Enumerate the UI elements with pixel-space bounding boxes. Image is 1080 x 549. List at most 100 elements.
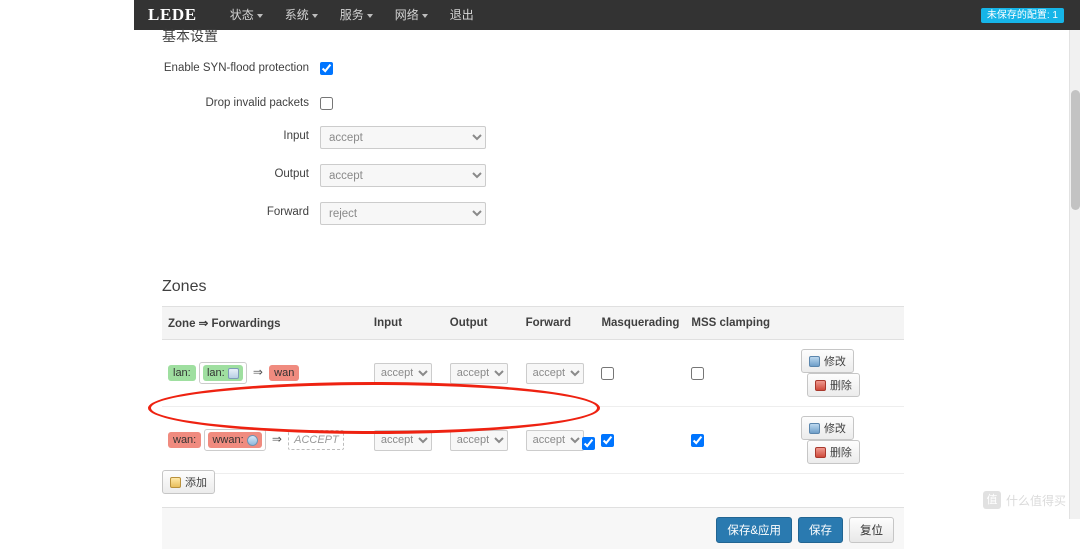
- table-row: wan: wwan: ⇒ ACCEPT accept accept accept…: [162, 406, 904, 474]
- chevron-down-icon: [421, 13, 428, 18]
- form-footer-bar: 保存&应用 保存 复位: [162, 507, 904, 549]
- select-zone-output-wan[interactable]: accept: [449, 429, 508, 451]
- navbar-menu: 状态 系统 服务 网络 退出: [219, 0, 485, 30]
- zones-table: Zone ⇒ Forwardings Input Output Forward …: [162, 306, 904, 474]
- zones-heading: Zones: [162, 278, 207, 295]
- cell-input-wan: accept: [367, 406, 444, 474]
- form-row-syn-flood: Enable SYN-flood protection: [134, 58, 894, 88]
- form-row-input: Input accept: [134, 126, 894, 156]
- cell-output-lan: accept: [443, 339, 520, 407]
- forward-arrow-icon: ⇒: [271, 432, 282, 447]
- edit-button-lan[interactable]: 修改: [800, 349, 854, 373]
- checkbox-mss-clamping-wan[interactable]: [691, 434, 705, 447]
- watermark: 值 什么值得买: [982, 491, 1066, 509]
- select-input-policy[interactable]: accept: [320, 126, 486, 149]
- select-forward-policy[interactable]: reject: [320, 202, 486, 225]
- nav-item-system[interactable]: 系统: [274, 0, 329, 30]
- cell-actions-wan: 修改 删除: [794, 406, 904, 474]
- nav-item-network-label: 网络: [394, 8, 419, 22]
- add-zone-wrap: 添加: [162, 470, 215, 494]
- watermark-badge: 值: [982, 491, 1001, 509]
- cell-forward-lan: accept: [519, 339, 596, 407]
- zone-interface-box-wwan[interactable]: wwan:: [204, 429, 266, 451]
- footer-button-group: 保存&应用 保存 复位: [716, 517, 894, 543]
- cell-zone-forwarding-wan: wan: wwan: ⇒ ACCEPT: [162, 406, 368, 474]
- select-zone-output-lan[interactable]: accept: [449, 362, 508, 384]
- basic-settings-title: 基本设置: [162, 28, 218, 44]
- label-input: Input: [283, 130, 309, 142]
- pencil-icon: [808, 355, 820, 367]
- nav-item-status-label: 状态: [229, 8, 254, 22]
- zone-interface-box-lan[interactable]: lan:: [198, 362, 247, 384]
- zones-header-row: Zone ⇒ Forwardings Input Output Forward …: [162, 306, 904, 340]
- col-masquerading: Masquerading: [595, 306, 686, 340]
- delete-x-icon: [814, 379, 826, 391]
- control-syn-flood: [320, 58, 333, 78]
- zone-dest-placeholder-accept[interactable]: ACCEPT: [288, 430, 345, 451]
- zones-table-head: Zone ⇒ Forwardings Input Output Forward …: [162, 306, 904, 340]
- unsaved-changes-badge[interactable]: 未保存的配置: 1: [980, 8, 1064, 23]
- zone-tag-wan-dest[interactable]: wan: [269, 365, 300, 382]
- nav-item-status[interactable]: 状态: [219, 0, 274, 30]
- plus-folder-icon: [170, 476, 181, 488]
- form-row-output: Output accept: [134, 164, 894, 194]
- reset-button[interactable]: 复位: [849, 517, 894, 543]
- form-row-forward: Forward reject: [134, 202, 894, 232]
- control-output: accept: [320, 164, 486, 187]
- checkbox-masquerading-lan[interactable]: [601, 367, 615, 380]
- delete-button-lan[interactable]: 删除: [806, 373, 860, 397]
- add-zone-button[interactable]: 添加: [162, 470, 215, 494]
- select-zone-input-lan[interactable]: accept: [373, 362, 432, 384]
- checkbox-masquerading-wan[interactable]: [601, 434, 615, 447]
- ethernet-icon: [227, 367, 239, 379]
- navbar-right: 未保存的配置: 1: [980, 6, 1064, 23]
- select-zone-forward-wan[interactable]: accept: [525, 429, 584, 451]
- col-actions: [794, 306, 904, 340]
- save-button[interactable]: 保存: [798, 517, 843, 543]
- checkbox-forward-extra-wan[interactable]: [582, 437, 595, 450]
- edit-button-wan-label: 修改: [823, 423, 846, 435]
- label-syn-flood: Enable SYN-flood protection: [163, 62, 309, 74]
- delete-button-lan-label: 删除: [829, 380, 852, 392]
- form-row-drop-invalid: Drop invalid packets: [134, 93, 894, 123]
- navbar-left-spacer: [0, 0, 134, 30]
- scrollbar-thumb[interactable]: [1071, 90, 1080, 210]
- edit-button-lan-label: 修改: [823, 356, 846, 368]
- nav-item-logout-label: 退出: [449, 8, 474, 22]
- interface-pill-lan[interactable]: lan:: [202, 365, 243, 381]
- page-scrollbar[interactable]: [1069, 30, 1080, 519]
- cell-zone-forwarding-lan: lan: lan: ⇒ wan: [162, 339, 368, 407]
- delete-button-wan[interactable]: 删除: [806, 440, 860, 464]
- save-apply-button[interactable]: 保存&应用: [716, 517, 792, 543]
- checkbox-forward-extra-wan-wrap: [582, 433, 595, 453]
- control-input: accept: [320, 126, 486, 149]
- nav-item-services[interactable]: 服务: [329, 0, 384, 30]
- select-zone-input-wan[interactable]: accept: [373, 429, 432, 451]
- checkbox-drop-invalid-packets[interactable]: [320, 97, 333, 110]
- cell-masquerading-lan: [595, 339, 686, 407]
- select-zone-forward-lan[interactable]: accept: [525, 362, 584, 384]
- interface-label-wwan: wwan:: [212, 434, 244, 446]
- control-drop-invalid: [320, 93, 333, 113]
- checkbox-mss-clamping-lan[interactable]: [691, 367, 705, 380]
- select-output-policy[interactable]: accept: [320, 164, 486, 187]
- col-forward: Forward: [519, 306, 596, 340]
- chevron-down-icon: [311, 13, 318, 18]
- interface-pill-wwan[interactable]: wwan:: [208, 432, 262, 448]
- nav-item-logout[interactable]: 退出: [439, 0, 485, 30]
- checkbox-syn-flood-protection[interactable]: [320, 62, 333, 75]
- nav-item-services-label: 服务: [339, 8, 364, 22]
- nav-item-network[interactable]: 网络: [384, 0, 439, 30]
- label-forward: Forward: [266, 206, 309, 218]
- cell-mss-clamping-lan: [685, 339, 795, 407]
- zone-tag-wan[interactable]: wan:: [168, 432, 202, 449]
- nav-item-system-label: 系统: [284, 8, 309, 22]
- chevron-down-icon: [366, 13, 373, 18]
- delete-x-icon: [814, 446, 826, 458]
- col-input: Input: [367, 306, 444, 340]
- zone-tag-lan[interactable]: lan:: [168, 365, 196, 382]
- edit-button-wan[interactable]: 修改: [800, 416, 854, 440]
- delete-button-wan-label: 删除: [829, 447, 852, 459]
- watermark-text: 什么值得买: [1005, 493, 1066, 508]
- zones-table-body: lan: lan: ⇒ wan accept accept accept 修改 …: [162, 339, 904, 474]
